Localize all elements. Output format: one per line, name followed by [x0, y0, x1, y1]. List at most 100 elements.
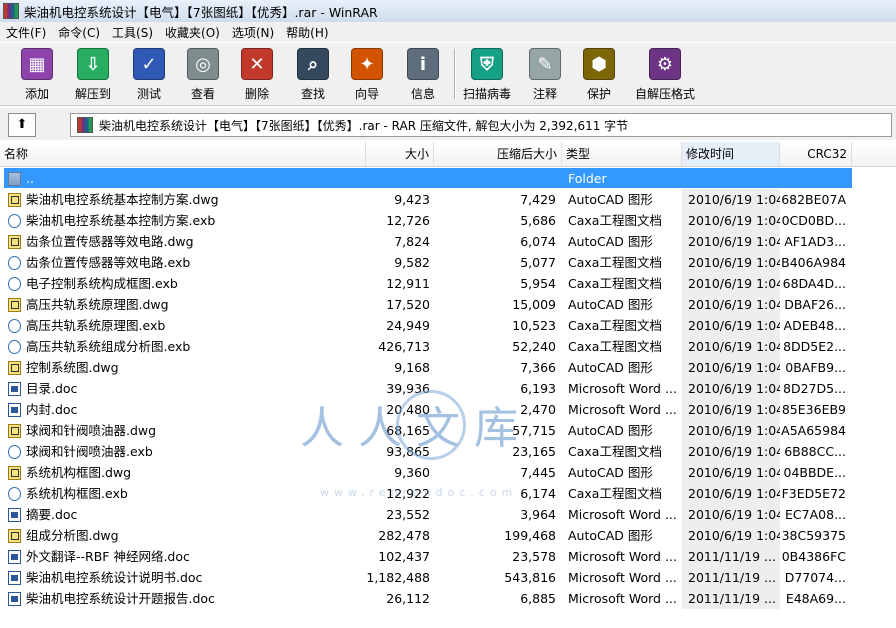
exb-file-icon — [8, 256, 21, 270]
toolbar-button-wizard[interactable]: ✦ 向导 — [340, 46, 394, 102]
file-crc32 — [780, 168, 846, 189]
file-row[interactable]: 柴油机电控系统设计开题报告.doc 26,112 6,885 Microsoft Wo… — [0, 588, 896, 609]
file-modified: 2010/6/19 1:04 — [682, 420, 780, 441]
toolbar-button-comment[interactable]: ✎ 注释 — [518, 46, 572, 102]
file-row[interactable]: 控制系统图.dwg 9,168 7,366 AutoCAD 图形 2010/6/19 1… — [0, 357, 896, 378]
file-crc32: F3ED5E72 — [781, 486, 846, 501]
file-name: 系统机构框图.exb — [26, 486, 128, 501]
menu-favorites[interactable]: 收藏夹(O) — [159, 24, 226, 41]
menu-file[interactable]: 文件(F) — [0, 24, 52, 41]
file-packed-size: 3,964 — [520, 507, 556, 522]
menu-commands[interactable]: 命令(C) — [52, 24, 106, 41]
file-crc32: 6B88CC... — [784, 444, 846, 459]
file-row[interactable]: 电子控制系统构成框图.exb 12,911 5,954 Caxa工程图文档 2010/6… — [0, 273, 896, 294]
column-header-name[interactable]: 名称 — [0, 142, 366, 166]
toolbar-label: 保护 — [586, 87, 611, 101]
file-modified: 2010/6/19 1:04 — [682, 294, 780, 315]
file-size: 426,713 — [378, 339, 430, 354]
file-row[interactable]: 球阀和针阀喷油器.dwg 68,165 57,715 AutoCAD 图形 2010/6… — [0, 420, 896, 441]
file-row[interactable]: 外文翻译--RBF 神经网络.doc 102,437 23,578 Microsoft… — [0, 546, 896, 567]
toolbar-button-sfx[interactable]: ⚙ 自解压格式 — [630, 46, 700, 102]
file-name: 高压共轨系统原理图.dwg — [26, 297, 169, 312]
file-row[interactable]: 高压共轨系统组成分析图.exb 426,713 52,240 Caxa工程图文档 201… — [0, 336, 896, 357]
file-size: 7,824 — [394, 234, 430, 249]
toolbar-button-info[interactable]: i 信息 — [396, 46, 450, 102]
toolbar-button-delete[interactable]: ✕ 删除 — [230, 46, 284, 102]
file-crc32: 85E36EB9 — [781, 402, 846, 417]
file-size: 12,922 — [386, 486, 430, 501]
toolbar-button-test-archive[interactable]: ✓ 测试 — [122, 46, 176, 102]
toolbar-label: 添加 — [24, 87, 49, 101]
toolbar-button-virus-scan[interactable]: ⛨ 扫描病毒 — [460, 46, 514, 102]
file-type: AutoCAD 图形 — [568, 360, 653, 375]
file-row[interactable]: 齿条位置传感器等效电路.dwg 7,824 6,074 AutoCAD 图形 2010/… — [0, 231, 896, 252]
file-row[interactable]: 内封.doc 20,480 2,470 Microsoft Word ... 2010/… — [0, 399, 896, 420]
file-modified — [682, 168, 780, 189]
file-row[interactable]: 球阀和针阀喷油器.exb 93,865 23,165 Caxa工程图文档 2010/6/… — [0, 441, 896, 462]
file-name: 球阀和针阀喷油器.dwg — [26, 423, 157, 438]
toolbar-button-extract-to[interactable]: ⇩ 解压到 — [66, 46, 120, 102]
toolbar-button-protect-shield[interactable]: ⬢ 保护 — [572, 46, 626, 102]
file-packed-size: 6,885 — [520, 591, 556, 606]
file-packed-size — [434, 168, 556, 189]
file-size: 39,936 — [386, 381, 430, 396]
file-crc32: ADEB48... — [783, 318, 846, 333]
column-header-type[interactable]: 类型 — [562, 142, 682, 166]
address-field[interactable]: 柴油机电控系统设计【电气】【7张图纸】【优秀】.rar - RAR 压缩文件, … — [70, 113, 892, 137]
file-modified: 2010/6/19 1:04 — [682, 252, 780, 273]
file-row[interactable]: 系统机构框图.dwg 9,360 7,445 AutoCAD 图形 2010/6/19 … — [0, 462, 896, 483]
file-name: 柴油机电控系统基本控制方案.exb — [26, 213, 216, 228]
toolbar-label: 向导 — [354, 87, 379, 101]
file-packed-size: 7,429 — [520, 192, 556, 207]
file-packed-size: 5,954 — [520, 276, 556, 291]
file-type: Caxa工程图文档 — [568, 318, 662, 333]
file-type: Caxa工程图文档 — [568, 444, 662, 459]
column-header-packed[interactable]: 压缩后大小 — [434, 142, 562, 166]
menu-options[interactable]: 选项(N) — [226, 24, 280, 41]
file-row[interactable]: 柴油机电控系统设计说明书.doc 1,182,488 543,816 Microsof… — [0, 567, 896, 588]
file-size: 9,360 — [394, 465, 430, 480]
file-modified: 2010/6/19 1:04 — [682, 483, 780, 504]
toolbar-button-view-glasses[interactable]: ◎ 查看 — [176, 46, 230, 102]
column-header-modified[interactable]: 修改时间 — [682, 142, 780, 166]
column-header-row: 名称 大小 压缩后大小 类型 修改时间 CRC32 — [0, 142, 896, 167]
file-row[interactable]: 高压共轨系统原理图.dwg 17,520 15,009 AutoCAD 图形 2010/… — [0, 294, 896, 315]
add-archive-icon: ▦ — [21, 48, 53, 80]
column-header-size[interactable]: 大小 — [366, 142, 434, 166]
exb-file-icon — [8, 445, 21, 459]
toolbar-label: 扫描病毒 — [462, 87, 511, 101]
file-row[interactable]: 柴油机电控系统基本控制方案.exb 12,726 5,686 Caxa工程图文档 201… — [0, 210, 896, 231]
file-list[interactable]: 名称 大小 压缩后大小 类型 修改时间 CRC32 .. Folder 柴油机电控系… — [0, 142, 896, 628]
file-row[interactable]: 系统机构框图.exb 12,922 6,174 Caxa工程图文档 2010/6/19 … — [0, 483, 896, 504]
exb-file-icon — [8, 487, 21, 501]
menu-tools[interactable]: 工具(S) — [106, 24, 159, 41]
file-type: AutoCAD 图形 — [568, 528, 653, 543]
file-modified: 2010/6/19 1:04 — [682, 441, 780, 462]
file-modified: 2011/11/19 ... — [682, 546, 780, 567]
file-row[interactable]: 组成分析图.dwg 282,478 199,468 AutoCAD 图形 2010/6/… — [0, 525, 896, 546]
file-row[interactable]: 齿条位置传感器等效电路.exb 9,582 5,077 Caxa工程图文档 2010/6… — [0, 252, 896, 273]
file-type: Caxa工程图文档 — [568, 255, 662, 270]
column-header-crc32[interactable]: CRC32 — [780, 142, 852, 166]
up-one-level-button[interactable]: ⬆ — [8, 113, 36, 137]
file-crc32: 0B4386FC — [781, 549, 846, 564]
toolbar-button-add-archive[interactable]: ▦ 添加 — [10, 46, 64, 102]
menu-help[interactable]: 帮助(H) — [280, 24, 334, 41]
file-row[interactable]: 目录.doc 39,936 6,193 Microsoft Word ... 2010/… — [0, 378, 896, 399]
dwg-file-icon — [8, 529, 21, 543]
file-packed-size: 52,240 — [512, 339, 556, 354]
file-size: 9,168 — [394, 360, 430, 375]
file-packed-size: 7,445 — [520, 465, 556, 480]
doc-file-icon — [8, 571, 21, 585]
doc-file-icon — [8, 550, 21, 564]
parent-folder-row[interactable]: .. Folder — [0, 168, 896, 189]
file-type: Caxa工程图文档 — [568, 213, 662, 228]
exb-file-icon — [8, 340, 21, 354]
toolbar-label: 查看 — [190, 87, 215, 101]
file-row[interactable]: 柴油机电控系统基本控制方案.dwg 9,423 7,429 AutoCAD 图形 201… — [0, 189, 896, 210]
toolbar-button-find-binoculars[interactable]: ⌕ 查找 — [286, 46, 340, 102]
file-row[interactable]: 高压共轨系统原理图.exb 24,949 10,523 Caxa工程图文档 2010/6… — [0, 315, 896, 336]
file-packed-size: 5,077 — [520, 255, 556, 270]
doc-file-icon — [8, 403, 21, 417]
file-row[interactable]: 摘要.doc 23,552 3,964 Microsoft Word ... 2010/… — [0, 504, 896, 525]
